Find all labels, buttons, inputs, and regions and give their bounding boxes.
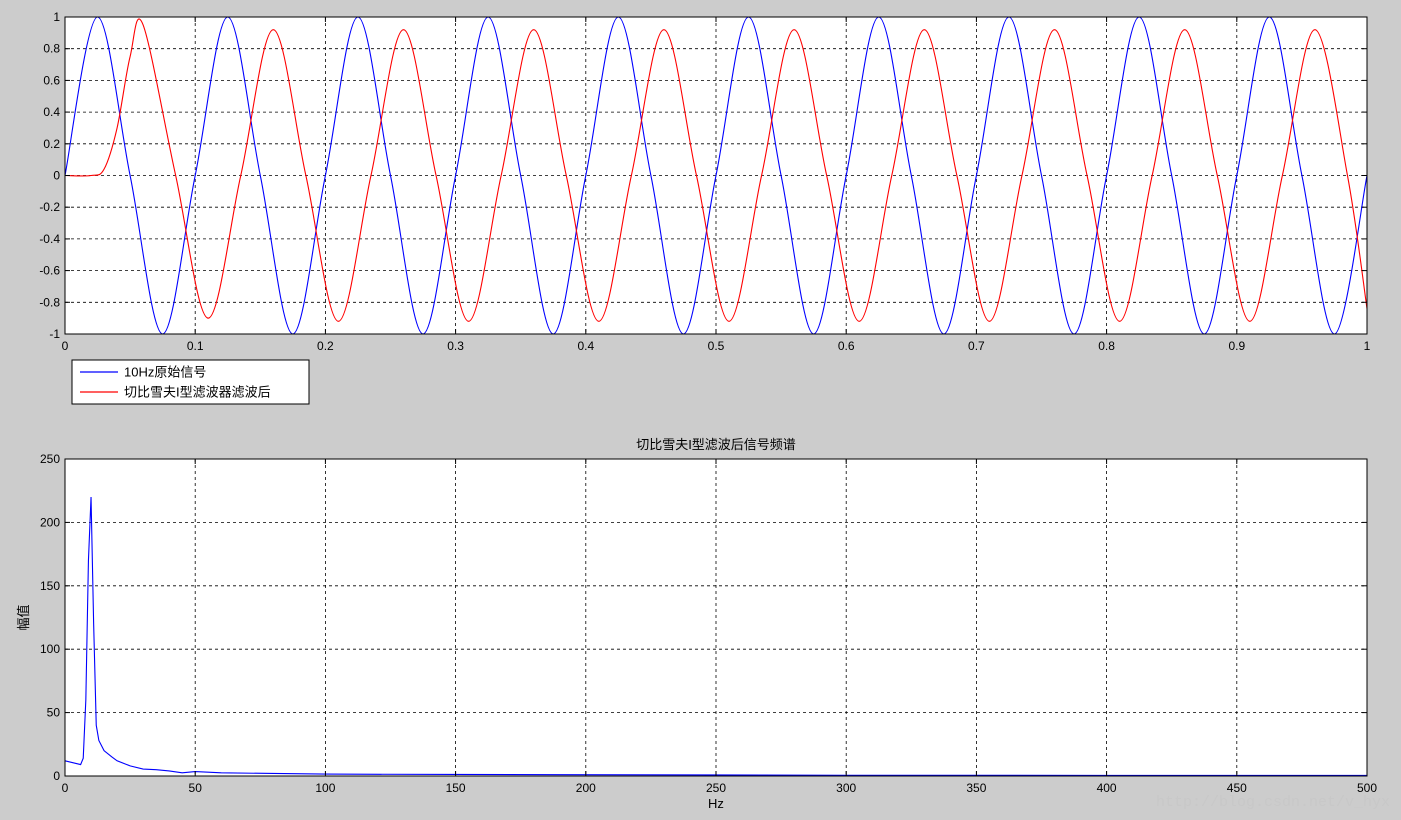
x-tick-label: 0.7: [968, 339, 985, 353]
x-tick-label: 150: [446, 781, 466, 795]
x-tick-label: 350: [966, 781, 986, 795]
x-tick-label: 0: [62, 339, 69, 353]
y-tick-label: 50: [47, 706, 61, 720]
x-tick-label: 50: [189, 781, 203, 795]
y-tick-label: 0.4: [43, 105, 60, 119]
x-tick-label: 100: [315, 781, 335, 795]
y-tick-label: 0: [53, 769, 60, 783]
watermark: http://blog.csdn.net/v_hyx: [1156, 794, 1390, 811]
y-tick-label: -0.6: [39, 264, 60, 278]
y-tick-label: 0.6: [43, 73, 60, 87]
x-tick-label: 300: [836, 781, 856, 795]
y-tick-label: -0.2: [39, 200, 60, 214]
x-tick-label: 0.4: [577, 339, 594, 353]
x-tick-label: 0.8: [1098, 339, 1115, 353]
chart-title: 切比雪夫I型滤波后信号频谱: [636, 437, 796, 452]
y-tick-label: 0.8: [43, 42, 60, 56]
figure-canvas: 0 0.1 0.2 0.3 0.4 0.5 0.6 0.7 0.8 0.9 1 -1 -0.8 -0.6 -…: [0, 0, 1401, 820]
y-tick-label: 200: [40, 515, 60, 529]
x-tick-label: 500: [1357, 781, 1377, 795]
y-tick-label: 1: [53, 10, 60, 24]
x-tick-label: 450: [1227, 781, 1247, 795]
y-tick-label: -1: [49, 327, 60, 341]
y-axis-label: 幅值: [16, 604, 31, 630]
x-tick-label: 0.5: [708, 339, 725, 353]
y-tick-label: 100: [40, 642, 60, 656]
x-tick-label: 400: [1097, 781, 1117, 795]
spectrum-plot: 0 50 100 150 200 250 300 350 400 450 500 0 50 100 150 2…: [16, 437, 1377, 811]
x-tick-label: 0.6: [838, 339, 855, 353]
x-tick-label: 200: [576, 781, 596, 795]
x-tick-label: 250: [706, 781, 726, 795]
y-tick-label: 0: [53, 169, 60, 183]
legend: 10Hz原始信号切比雪夫I型滤波器滤波后: [71, 359, 310, 405]
x-axis-label: Hz: [708, 796, 724, 811]
x-tick-label: 0.1: [187, 339, 204, 353]
y-tick-label: 250: [40, 452, 60, 466]
legend-label: 10Hz原始信号: [124, 365, 206, 380]
y-tick-label: 150: [40, 579, 60, 593]
x-tick-label: 0.9: [1228, 339, 1245, 353]
time-domain-plot: 0 0.1 0.2 0.3 0.4 0.5 0.6 0.7 0.8 0.9 1 -1 -0.8 -0.6 -…: [39, 10, 1370, 353]
x-tick-label: 0.2: [317, 339, 334, 353]
y-tick-label: 0.2: [43, 137, 60, 151]
legend-label: 切比雪夫I型滤波器滤波后: [124, 385, 271, 400]
x-tick-label: 1: [1364, 339, 1371, 353]
y-tick-label: -0.8: [39, 295, 60, 309]
y-tick-label: -0.4: [39, 232, 60, 246]
x-tick-label: 0: [62, 781, 69, 795]
x-tick-label: 0.3: [447, 339, 464, 353]
